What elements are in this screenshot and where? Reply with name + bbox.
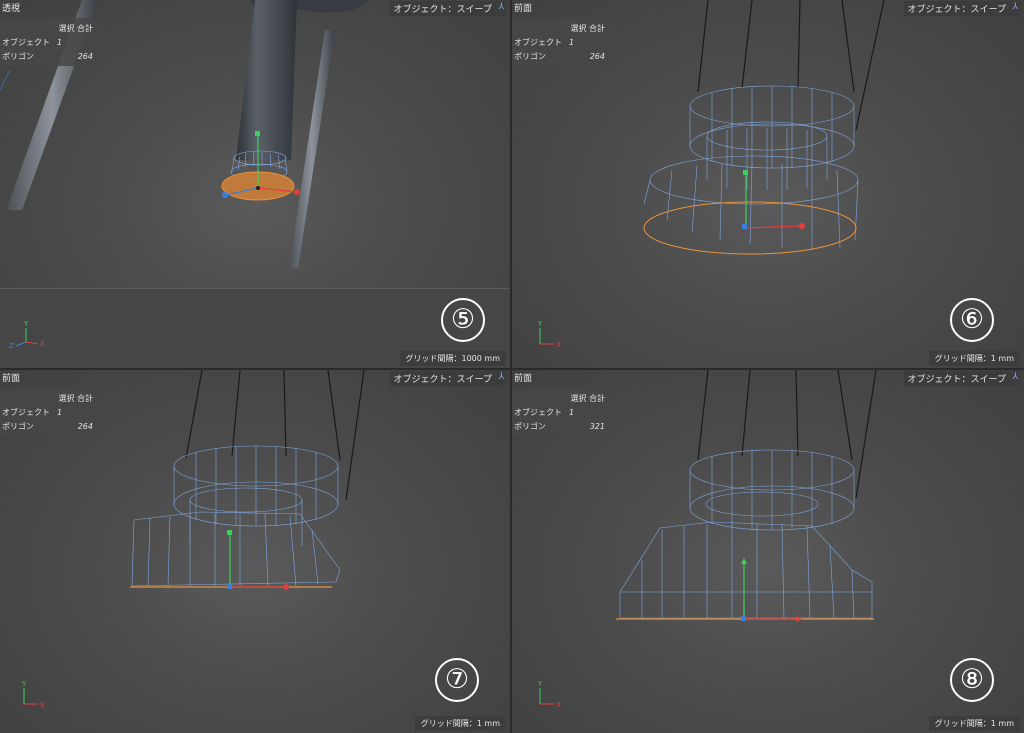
polygon-stats-panel: 選択 合計 オブジェクト 1 ポリゴン 321 bbox=[512, 388, 609, 436]
four-view-layout: 透視 オブジェクト：スイープ ⅄ 選択 合計 オブジェクト 1 ポリゴン 264 Y… bbox=[0, 0, 1024, 733]
axis-y-label: Y bbox=[537, 680, 543, 688]
viewport-front-8[interactable]: 前面 オブジェクト：スイープ ⅄ 選択 合計 オブジェクト 1 ポリゴン 321 Y… bbox=[512, 370, 1024, 733]
step-number-badge: ⑥ bbox=[950, 298, 994, 342]
polygon-stats-panel: 選択 合計 オブジェクト 1 ポリゴン 264 bbox=[512, 18, 609, 66]
stats-object-value: 1 bbox=[57, 37, 63, 47]
axis-indicator: Y X Z bbox=[9, 320, 45, 350]
axis-y-label: Y bbox=[537, 320, 543, 328]
stats-object-value: 1 bbox=[57, 407, 63, 417]
axis-indicator: Y X bbox=[21, 680, 45, 709]
object-label-text: オブジェクト：スイープ bbox=[393, 375, 492, 385]
y-handle[interactable] bbox=[741, 558, 747, 564]
stats-object-key: オブジェクト bbox=[2, 37, 50, 47]
stats-polygon-key: ポリゴン bbox=[2, 421, 34, 431]
y-handle[interactable] bbox=[227, 530, 232, 535]
axis-x-label: X bbox=[556, 341, 561, 349]
wireframe-mesh bbox=[131, 445, 341, 587]
stats-object-key: オブジェクト bbox=[514, 37, 562, 47]
axis-y-label: Y bbox=[23, 320, 29, 328]
x-handle[interactable] bbox=[799, 223, 805, 229]
stats-polygon-value: 264 bbox=[589, 51, 605, 61]
y-handle[interactable] bbox=[743, 170, 748, 175]
sweep-icon: ⅄ bbox=[1012, 372, 1019, 382]
object-label[interactable]: オブジェクト：スイープ ⅄ bbox=[389, 371, 506, 386]
x-handle[interactable] bbox=[283, 584, 289, 590]
sweep-icon: ⅄ bbox=[498, 372, 505, 382]
stats-header: 選択 合計 bbox=[58, 393, 93, 403]
axis-y-label: Y bbox=[21, 680, 27, 688]
object-label-text: オブジェクト：スイープ bbox=[907, 375, 1006, 385]
z-handle[interactable] bbox=[742, 224, 747, 229]
axis-indicator: Y X bbox=[537, 680, 561, 709]
grid-spacing: グリッド間隔：1 mm bbox=[928, 716, 1020, 731]
view-label[interactable]: 前面 bbox=[514, 371, 532, 384]
stats-polygon-key: ポリゴン bbox=[2, 51, 34, 61]
z-handle[interactable] bbox=[227, 584, 232, 589]
x-handle[interactable] bbox=[294, 189, 300, 195]
grid-spacing: グリッド間隔：1 mm bbox=[928, 351, 1020, 366]
object-label-text: オブジェクト：スイープ bbox=[907, 5, 1006, 15]
view-label[interactable]: 前面 bbox=[514, 1, 532, 14]
x-handle[interactable] bbox=[796, 616, 802, 622]
stats-polygon-value: 264 bbox=[77, 421, 93, 431]
stats-polygon-value: 264 bbox=[77, 51, 93, 61]
axis-x-label: X bbox=[40, 701, 45, 709]
stats-polygon-key: ポリゴン bbox=[514, 51, 546, 61]
sweep-icon: ⅄ bbox=[498, 2, 505, 12]
object-label[interactable]: オブジェクト：スイープ ⅄ bbox=[903, 1, 1020, 16]
step-number-badge: ⑦ bbox=[435, 658, 479, 702]
stats-object-key: オブジェクト bbox=[514, 407, 562, 417]
grid-spacing: グリッド間隔：1 mm bbox=[414, 716, 506, 731]
step-number-badge: ⑧ bbox=[950, 658, 994, 702]
wireframe-mesh bbox=[643, 85, 859, 250]
sweep-icon: ⅄ bbox=[1012, 2, 1019, 12]
viewport-front-6[interactable]: 前面 オブジェクト：スイープ ⅄ 選択 合計 オブジェクト 1 ポリゴン 264 Y… bbox=[512, 0, 1024, 368]
axis-z-label: Z bbox=[9, 342, 14, 350]
stats-polygon-value: 321 bbox=[589, 421, 605, 431]
polygon-stats-panel: 選択 合計 オブジェクト 1 ポリゴン 264 bbox=[0, 18, 97, 66]
stats-object-key: オブジェクト bbox=[2, 407, 50, 417]
object-label-text: オブジェクト：スイープ bbox=[393, 5, 492, 15]
stats-header: 選択 合計 bbox=[58, 23, 93, 33]
viewport-front-7[interactable]: 前面 オブジェクト：スイープ ⅄ 選択 合計 オブジェクト 1 ポリゴン 264 Y… bbox=[0, 370, 510, 733]
polygon-stats-panel: 選択 合計 オブジェクト 1 ポリゴン 264 bbox=[0, 388, 97, 436]
stats-object-value: 1 bbox=[569, 407, 575, 417]
object-label[interactable]: オブジェクト：スイープ ⅄ bbox=[389, 1, 506, 16]
stats-polygon-key: ポリゴン bbox=[514, 421, 546, 431]
grid-spacing: グリッド間隔：1000 mm bbox=[399, 351, 506, 366]
axis-x-label: X bbox=[40, 340, 45, 348]
axis-indicator: Y X bbox=[537, 320, 561, 349]
y-handle[interactable] bbox=[255, 131, 260, 136]
stats-object-value: 1 bbox=[569, 37, 575, 47]
axis-x-label: X bbox=[556, 701, 561, 709]
stats-header: 選択 合計 bbox=[570, 393, 605, 403]
z-handle[interactable] bbox=[222, 192, 228, 198]
main-cylinder bbox=[236, 0, 297, 160]
rod-right bbox=[289, 30, 335, 268]
view-label[interactable]: 前面 bbox=[2, 371, 20, 384]
wireframe-mesh bbox=[619, 449, 873, 619]
stats-header: 選択 合計 bbox=[570, 23, 605, 33]
object-label[interactable]: オブジェクト：スイープ ⅄ bbox=[903, 371, 1020, 386]
z-handle[interactable] bbox=[741, 616, 746, 621]
viewport-perspective[interactable]: 透視 オブジェクト：スイープ ⅄ 選択 合計 オブジェクト 1 ポリゴン 264 Y… bbox=[0, 0, 510, 368]
step-number-badge: ⑤ bbox=[441, 298, 485, 342]
view-label[interactable]: 透視 bbox=[2, 1, 20, 14]
